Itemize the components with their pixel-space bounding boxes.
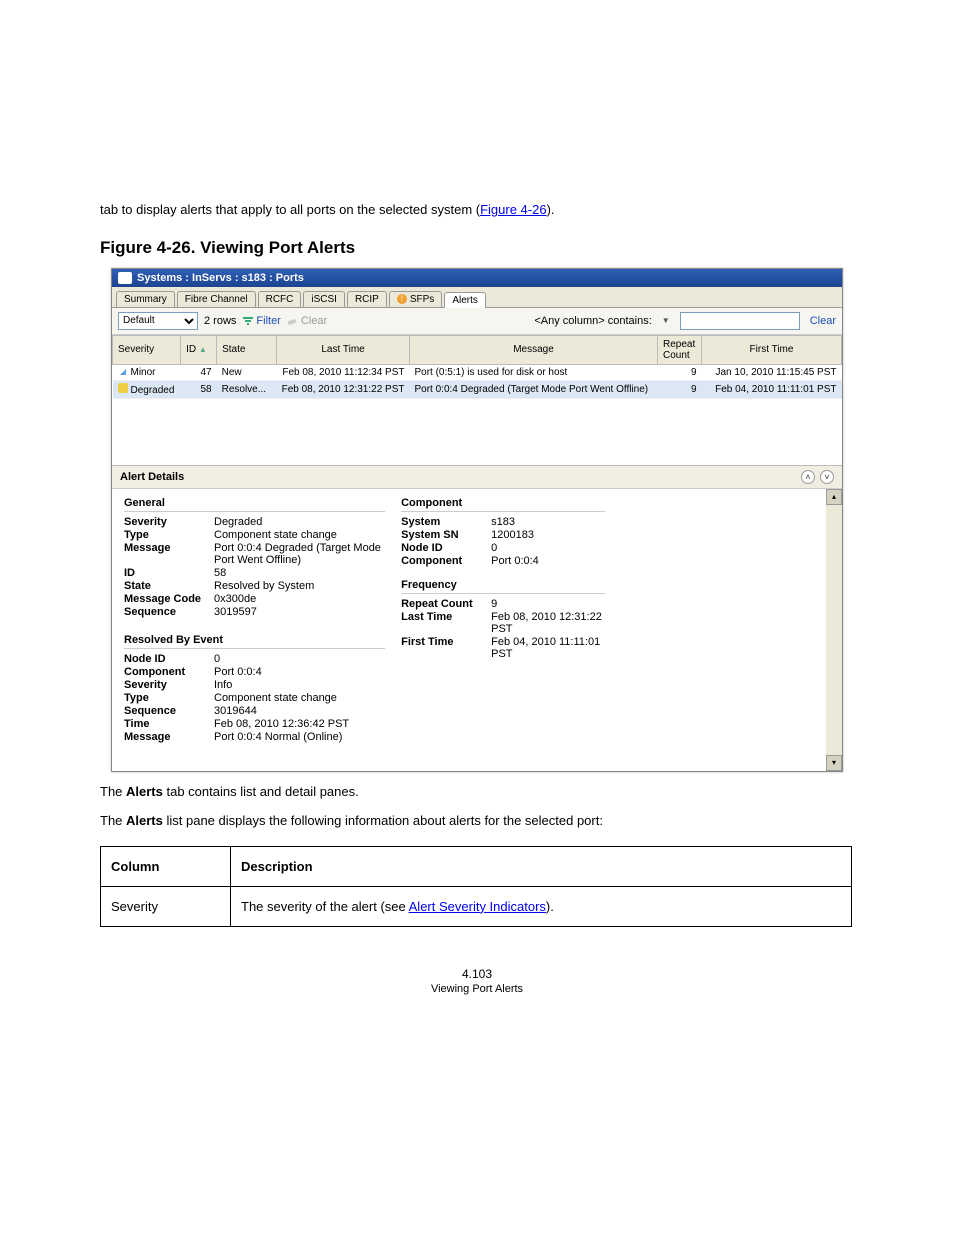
detail-severity: Degraded xyxy=(214,516,385,528)
doc-th-desc: Description xyxy=(231,846,852,886)
row-count: 2 rows xyxy=(204,315,236,327)
resolved-header: Resolved By Event xyxy=(124,632,385,649)
page-number: 4.103 xyxy=(0,967,954,981)
collapse-down-icon[interactable]: ˅ xyxy=(820,470,834,484)
doc-td-severity-desc: The severity of the alert (see Alert Sev… xyxy=(231,886,852,926)
resolved-component: Port 0:0:4 xyxy=(214,666,385,678)
component-component: Port 0:0:4 xyxy=(491,555,605,567)
tab-summary[interactable]: Summary xyxy=(116,291,175,307)
tab-bar: Summary Fibre Channel RCFC iSCSI RCIP ! … xyxy=(112,287,842,308)
details-right-col: Component Systems183 System SN1200183 No… xyxy=(393,495,613,765)
body-text-1: The Alerts tab contains list and detail … xyxy=(0,782,954,802)
alerts-table: Severity ID ▲ State Last Time Message Re… xyxy=(112,335,842,399)
tab-sfps[interactable]: ! SFPs xyxy=(389,291,442,307)
detail-state: Resolved by System xyxy=(214,580,385,592)
col-severity[interactable]: Severity xyxy=(113,335,181,364)
freq-last: Feb 08, 2010 12:31:22 PST xyxy=(491,611,605,635)
scroll-up-button[interactable]: ▴ xyxy=(826,489,842,505)
col-state[interactable]: State xyxy=(217,335,277,364)
col-id[interactable]: ID ▲ xyxy=(181,335,217,364)
tab-iscsi[interactable]: iSCSI xyxy=(303,291,345,307)
search-label: <Any column> contains: xyxy=(534,315,651,327)
resolved-type: Component state change xyxy=(214,692,385,704)
figure-link[interactable]: Figure 4-26 xyxy=(480,202,546,217)
details-left-col: General SeverityDegraded TypeComponent s… xyxy=(116,495,393,765)
tab-fibrechannel[interactable]: Fibre Channel xyxy=(177,291,256,307)
resolved-sequence: 3019644 xyxy=(214,705,385,717)
clear-filter-button[interactable]: Clear xyxy=(287,315,327,327)
search-input[interactable] xyxy=(680,312,800,330)
col-lasttime[interactable]: Last Time xyxy=(277,335,410,364)
tab-alerts[interactable]: Alerts xyxy=(444,292,486,308)
detail-type: Component state change xyxy=(214,529,385,541)
clear-search-link[interactable]: Clear xyxy=(810,315,836,327)
intro-paragraph: tab to display alerts that apply to all … xyxy=(0,200,954,220)
scroll-down-button[interactable]: ▾ xyxy=(826,755,842,771)
tab-rcip[interactable]: RCIP xyxy=(347,291,387,307)
resolved-time: Feb 08, 2010 12:36:42 PST xyxy=(214,718,385,730)
freq-first: Feb 04, 2010 11:11:01 PST xyxy=(491,636,605,660)
view-dropdown[interactable]: Default xyxy=(118,312,198,330)
warning-icon: ! xyxy=(397,294,407,304)
doc-column-table: Column Description Severity The severity… xyxy=(100,846,852,927)
general-header: General xyxy=(124,495,385,512)
eraser-icon xyxy=(287,316,299,326)
severity-indicators-link[interactable]: Alert Severity Indicators xyxy=(409,899,546,914)
app-window: Systems : InServs : s183 : Ports Summary… xyxy=(111,268,843,772)
component-sn: 1200183 xyxy=(491,529,605,541)
detail-sequence: 3019597 xyxy=(214,606,385,618)
titlebar: Systems : InServs : s183 : Ports xyxy=(112,269,842,287)
figure-caption: Figure 4-26. Viewing Port Alerts xyxy=(0,238,954,258)
detail-msgcode: 0x300de xyxy=(214,593,385,605)
frequency-header: Frequency xyxy=(401,577,605,594)
table-row[interactable]: Degraded 58 Resolve... Feb 08, 2010 12:3… xyxy=(113,380,842,398)
resolved-nodeid: 0 xyxy=(214,653,385,665)
component-header: Component xyxy=(401,495,605,512)
filter-bar: Default 2 rows Filter Clear <Any column>… xyxy=(112,308,842,335)
tab-rcfc[interactable]: RCFC xyxy=(258,291,302,307)
filter-button[interactable]: Filter xyxy=(242,315,280,327)
doc-td-severity: Severity xyxy=(101,886,231,926)
resolved-message: Port 0:0:4 Normal (Online) xyxy=(214,731,385,743)
col-firsttime[interactable]: First Time xyxy=(702,335,842,364)
detail-message: Port 0:0:4 Degraded (Target Mode Port We… xyxy=(214,542,385,566)
window-title: Systems : InServs : s183 : Ports xyxy=(137,272,304,284)
minor-icon xyxy=(118,367,128,377)
alert-details-header: Alert Details ˄ ˅ xyxy=(112,465,842,489)
alerts-table-wrap: Severity ID ▲ State Last Time Message Re… xyxy=(112,335,842,465)
alerts-tbody: Minor 47 New Feb 08, 2010 11:12:34 PST P… xyxy=(113,364,842,398)
collapse-up-icon[interactable]: ˄ xyxy=(801,470,815,484)
detail-id: 58 xyxy=(214,567,385,579)
resolved-severity: Info xyxy=(214,679,385,691)
freq-repeat: 9 xyxy=(491,598,605,610)
col-repeat[interactable]: Repeat Count xyxy=(658,335,702,364)
filter-icon xyxy=(242,316,254,326)
table-row[interactable]: Minor 47 New Feb 08, 2010 11:12:34 PST P… xyxy=(113,364,842,380)
dropdown-caret-icon[interactable]: ▼ xyxy=(662,316,670,325)
col-message[interactable]: Message xyxy=(409,335,657,364)
app-icon xyxy=(118,272,132,284)
sort-asc-icon: ▲ xyxy=(199,345,207,354)
component-system: s183 xyxy=(491,516,605,528)
degraded-icon xyxy=(118,383,128,393)
body-text-2: The Alerts list pane displays the follow… xyxy=(0,811,954,831)
component-nodeid: 0 xyxy=(491,542,605,554)
doc-th-column: Column xyxy=(101,846,231,886)
alert-details-body: ▴ ▾ General SeverityDegraded TypeCompone… xyxy=(112,489,842,771)
page-footer-label: Viewing Port Alerts xyxy=(0,983,954,995)
